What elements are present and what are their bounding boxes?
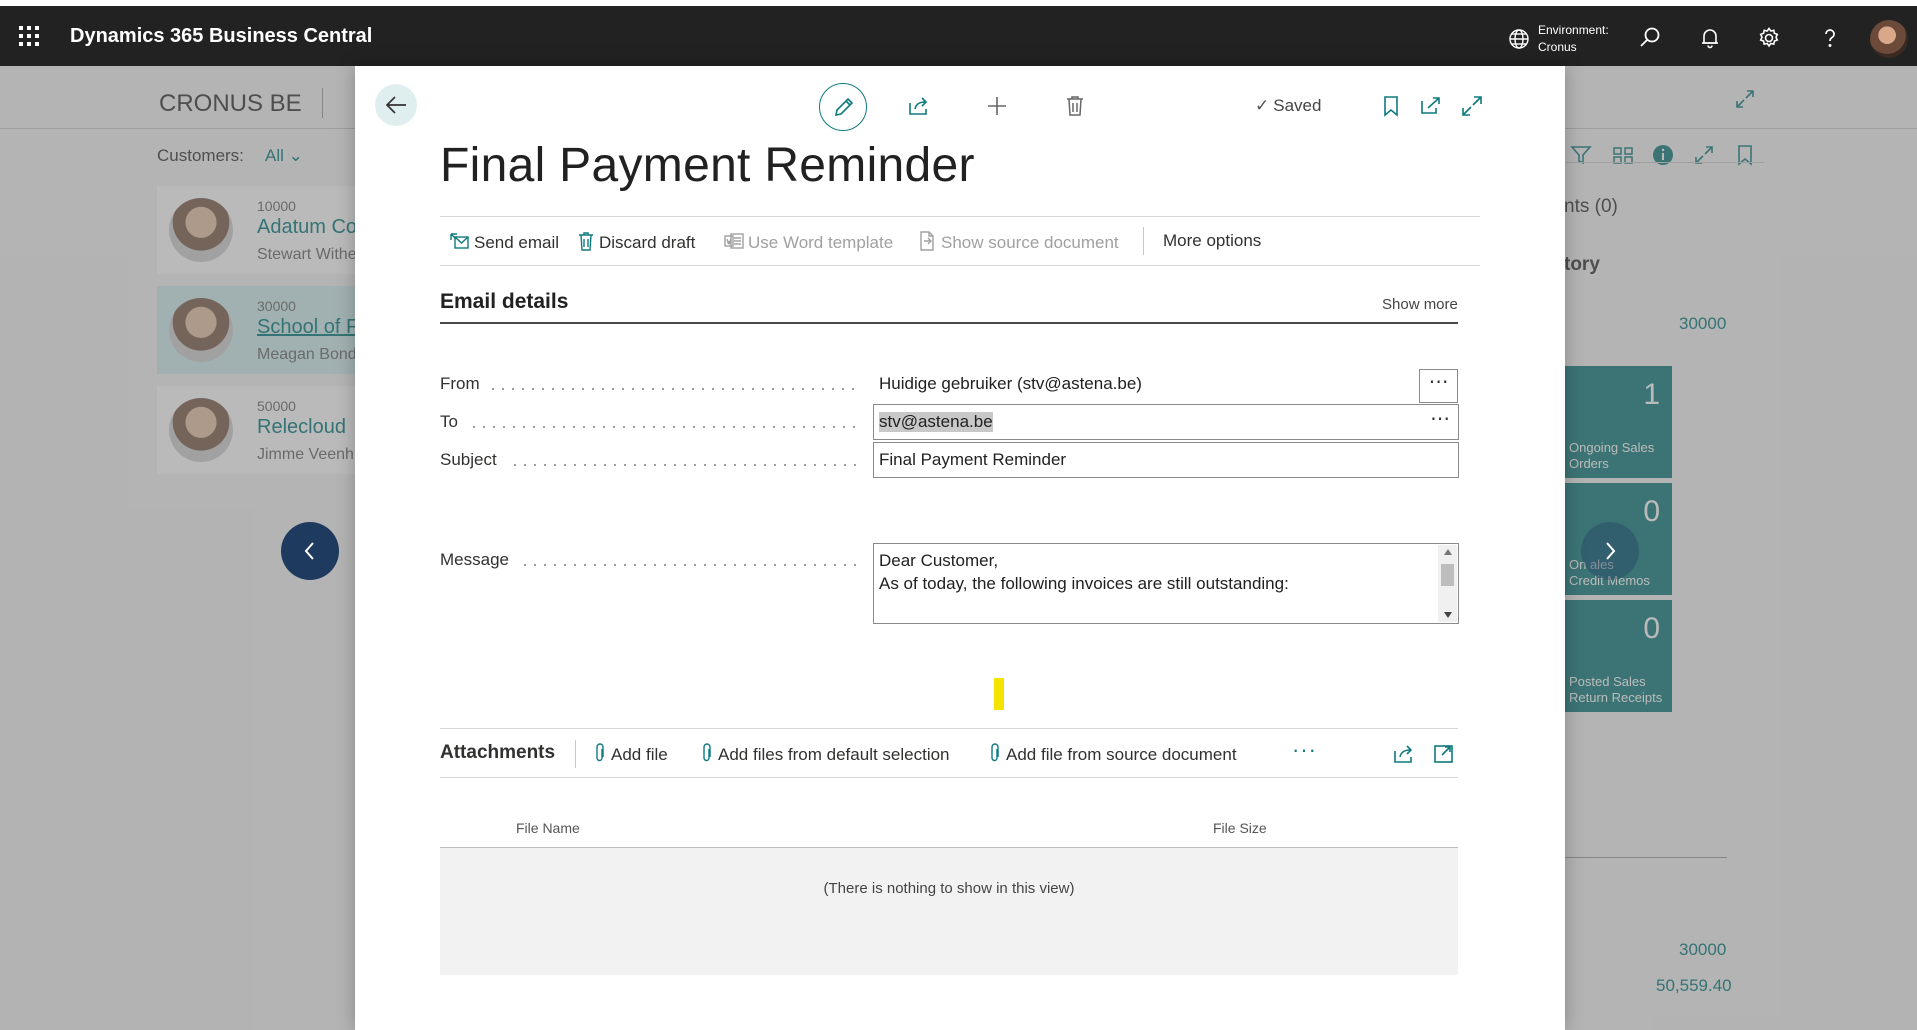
attachments-heading[interactable]: Attachments xyxy=(440,742,555,764)
next-record-button[interactable] xyxy=(1581,522,1639,580)
use-word-template-label: Use Word template xyxy=(748,233,894,252)
action-bar: Send email Discard draft Use Word templa… xyxy=(440,216,1480,266)
paperclip-icon xyxy=(703,743,711,762)
bookmark-icon[interactable] xyxy=(1379,94,1403,118)
attachments-table: (There is nothing to show in this view) xyxy=(440,848,1458,975)
gear-icon[interactable] xyxy=(1757,26,1781,50)
add-file-label: Add file xyxy=(611,745,668,764)
show-more-link[interactable]: Show more xyxy=(1382,296,1458,313)
help-icon[interactable] xyxy=(1818,26,1842,50)
environment-indicator[interactable]: Environment: Cronus xyxy=(1508,22,1618,56)
to-label: To xyxy=(440,412,458,431)
to-field[interactable]: stv@astena.be ⋯ xyxy=(873,404,1459,440)
add-file-button[interactable]: Add file xyxy=(595,743,668,765)
send-email-icon xyxy=(450,233,469,249)
delete-icon xyxy=(579,232,593,251)
environment-label: Environment: Cronus xyxy=(1538,22,1609,56)
expand-icon[interactable] xyxy=(1460,94,1484,118)
saved-status: ✓ Saved xyxy=(1255,96,1321,116)
add-source-file-label: Add file from source document xyxy=(1006,745,1237,764)
environment-value: Cronus xyxy=(1538,40,1577,54)
avatar[interactable] xyxy=(1870,20,1908,58)
paperclip-icon xyxy=(596,743,604,762)
share-icon[interactable] xyxy=(1392,742,1416,766)
search-icon[interactable] xyxy=(1638,26,1662,50)
scrollbar-thumb[interactable] xyxy=(1441,564,1454,586)
share-icon[interactable] xyxy=(907,94,931,118)
to-field-value: stv@astena.be xyxy=(879,412,993,432)
divider xyxy=(575,740,576,768)
add-default-files-label: Add files from default selection xyxy=(718,745,950,764)
discard-draft-label: Discard draft xyxy=(599,233,696,252)
divider xyxy=(440,322,1458,324)
scroll-up-icon[interactable] xyxy=(1444,549,1452,555)
cursor-highlight xyxy=(994,678,1004,710)
checkmark-icon: ✓ xyxy=(1255,96,1270,115)
message-line: As of today, the following invoices are … xyxy=(879,574,1289,593)
send-email-button[interactable]: Send email xyxy=(450,231,559,253)
app-title[interactable]: Dynamics 365 Business Central xyxy=(70,25,372,48)
email-details-heading[interactable]: Email details xyxy=(440,290,568,314)
bell-icon[interactable] xyxy=(1698,26,1722,50)
add-default-files-button[interactable]: Add files from default selection xyxy=(702,743,950,765)
delete-icon[interactable] xyxy=(1063,94,1087,118)
app-launcher-icon[interactable] xyxy=(18,25,40,47)
open-new-window-icon[interactable] xyxy=(1419,94,1443,118)
back-button[interactable] xyxy=(375,84,417,126)
edit-button[interactable] xyxy=(819,83,867,131)
more-icon[interactable]: ⋯ xyxy=(1430,406,1450,431)
use-word-template-button[interactable]: Use Word template xyxy=(724,231,893,253)
show-source-document-label: Show source document xyxy=(941,233,1119,252)
send-email-label: Send email xyxy=(474,233,560,252)
divider xyxy=(1143,227,1144,255)
more-actions-button[interactable]: ··· xyxy=(1292,737,1317,763)
leader-dots xyxy=(469,426,860,428)
empty-table-message: (There is nothing to show in this view) xyxy=(823,880,1075,897)
email-dialog: ✓ Saved Final Payment Reminder Send email… xyxy=(355,66,1565,1030)
subject-label: Subject xyxy=(440,450,497,469)
saved-status-label: Saved xyxy=(1273,96,1322,115)
discard-draft-button[interactable]: Discard draft xyxy=(577,231,695,253)
expand-icon[interactable] xyxy=(1432,742,1456,766)
leader-dots xyxy=(488,388,860,390)
from-lookup-button[interactable]: ⋯ xyxy=(1419,369,1458,403)
message-body-editor[interactable]: Dear Customer, As of today, the followin… xyxy=(873,543,1459,624)
add-source-file-button[interactable]: Add file from source document xyxy=(990,743,1237,765)
leader-dots xyxy=(520,564,860,566)
add-icon[interactable] xyxy=(985,94,1009,118)
message-line: Dear Customer, xyxy=(879,551,999,570)
column-header-file-name[interactable]: File Name xyxy=(516,820,580,836)
more-options-button[interactable]: More options xyxy=(1163,231,1261,251)
word-template-icon xyxy=(724,233,744,249)
from-value: Huidige gebruiker (stv@astena.be) xyxy=(879,374,1142,393)
leader-dots xyxy=(510,464,860,466)
scroll-down-icon[interactable] xyxy=(1444,612,1452,618)
subject-field-value: Final Payment Reminder xyxy=(879,450,1067,469)
show-source-document-button[interactable]: Show source document xyxy=(917,231,1119,253)
paperclip-icon xyxy=(991,743,999,762)
subject-field[interactable]: Final Payment Reminder xyxy=(873,442,1459,478)
globe-icon xyxy=(1508,28,1530,50)
attachments-bar: Attachments Add file Add files from defa… xyxy=(440,728,1458,778)
message-label: Message xyxy=(440,550,509,569)
page-title: Final Payment Reminder xyxy=(440,139,975,192)
top-bar: Dynamics 365 Business Central Environmen… xyxy=(0,6,1917,66)
source-document-icon xyxy=(920,231,934,251)
from-label: From xyxy=(440,374,480,393)
column-header-file-size[interactable]: File Size xyxy=(1213,820,1267,836)
previous-record-button[interactable] xyxy=(281,522,339,580)
environment-label-text: Environment: xyxy=(1538,23,1609,37)
